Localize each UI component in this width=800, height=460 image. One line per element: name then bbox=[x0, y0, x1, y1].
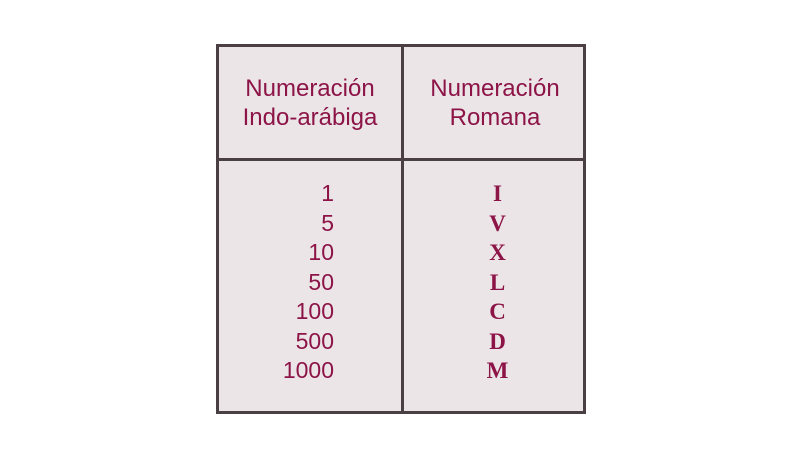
arabic-value: 50 bbox=[308, 268, 334, 295]
arabic-value: 1 bbox=[321, 180, 334, 206]
arabic-value: 1000 bbox=[282, 357, 334, 383]
roman-value: C bbox=[489, 299, 506, 324]
arabic-value: 5 bbox=[321, 209, 334, 236]
arabic-value: 500 bbox=[295, 327, 334, 354]
roman-value: X bbox=[489, 240, 506, 265]
header-arabic: Numeración Indo-arábiga bbox=[219, 47, 404, 161]
header-arabic-line1: Numeración bbox=[245, 74, 375, 102]
arabic-value: 10 bbox=[308, 239, 334, 265]
header-roman: Numeración Romana bbox=[404, 47, 586, 161]
arabic-value: 100 bbox=[295, 298, 334, 324]
header-arabic-line2: Indo-arábiga bbox=[242, 103, 378, 131]
roman-value: D bbox=[489, 328, 506, 354]
roman-value: V bbox=[489, 210, 506, 236]
header-roman-line2: Romana bbox=[449, 103, 541, 131]
header-roman-line1: Numeración bbox=[430, 74, 560, 102]
arabic-column: 1 5 10 50 100 500 1000 bbox=[219, 161, 404, 411]
roman-value: L bbox=[489, 269, 506, 295]
roman-column: I V X L C D M bbox=[404, 161, 586, 411]
roman-value: I bbox=[493, 181, 502, 206]
roman-value: M bbox=[486, 358, 509, 383]
numeral-table: Numeración Indo-arábiga Numeración Roman… bbox=[216, 44, 586, 414]
